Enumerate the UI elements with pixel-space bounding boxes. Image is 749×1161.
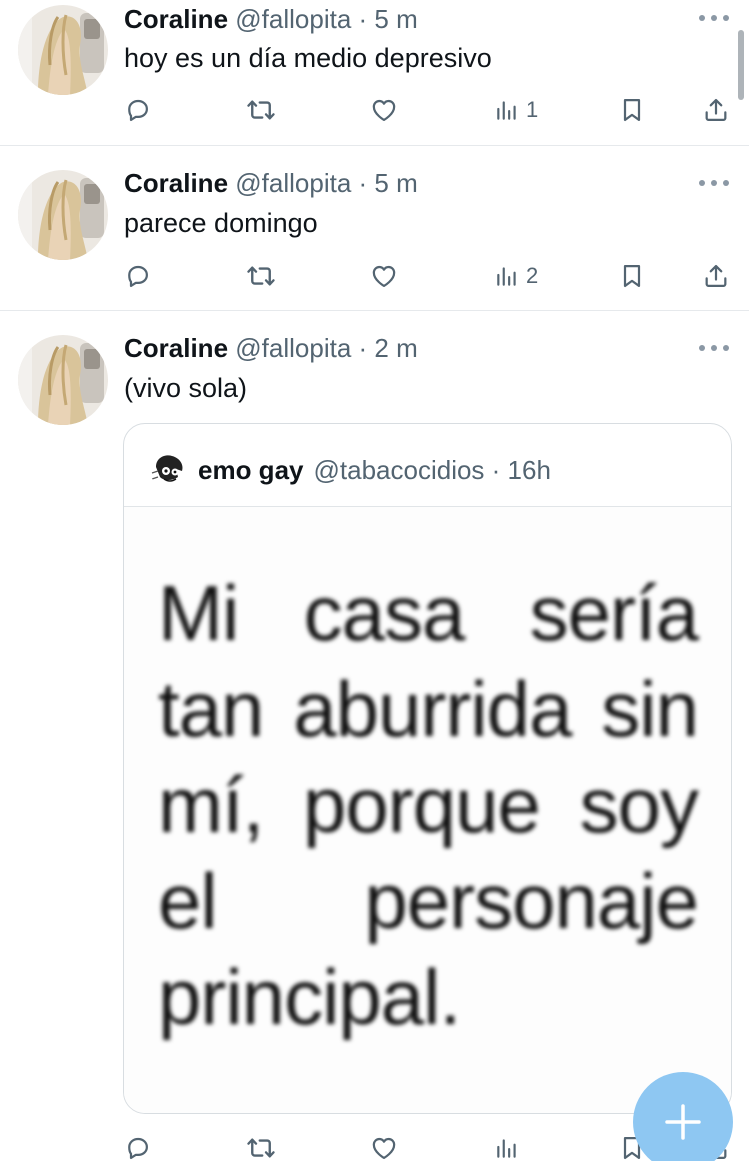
tweet[interactable]: Coraline @fallopita · 5 m hoy es un día … [0, 0, 749, 146]
author-name[interactable]: Coraline [124, 333, 228, 363]
author-name[interactable]: Coraline [124, 4, 228, 34]
avatar[interactable] [18, 5, 108, 95]
more-icon[interactable] [699, 13, 729, 23]
tweet-text: (vivo sola) [124, 373, 248, 403]
avatar[interactable] [18, 335, 108, 425]
views-count: 2 [526, 263, 539, 288]
bookmark-icon [618, 262, 646, 290]
views-icon [494, 97, 520, 123]
retweet-icon [246, 261, 276, 291]
retweet-icon [246, 95, 276, 125]
author-handle-time[interactable]: @fallopita · 5 m [235, 4, 417, 34]
like-button[interactable] [370, 256, 398, 296]
retweet-icon [246, 1133, 276, 1161]
quoted-image[interactable]: Mi casa sería tan aburrida sin mí, porqu… [124, 507, 731, 1113]
avatar-image [18, 170, 108, 260]
retweet-button[interactable] [246, 256, 276, 296]
author-handle-time[interactable]: @fallopita · 2 m [235, 333, 417, 363]
retweet-button[interactable] [246, 1128, 276, 1161]
heart-icon [370, 1134, 398, 1161]
share-icon [702, 262, 730, 290]
views-icon [494, 1135, 520, 1161]
retweet-button[interactable] [246, 90, 276, 130]
bookmark-button[interactable] [618, 256, 646, 296]
scrollbar[interactable] [738, 30, 744, 100]
avatar-image [18, 5, 108, 95]
quoted-tweet-header: emo gay @tabacocidios · 16h [150, 452, 551, 488]
author-name[interactable]: Coraline [124, 168, 228, 198]
tweet-header: Coraline @fallopita · 5 m [124, 4, 418, 34]
quoted-author-handle-time[interactable]: @tabacocidios · 16h [314, 455, 551, 486]
tweet[interactable]: Coraline @fallopita · 5 m parece domingo… [0, 146, 749, 311]
tweet-actions: 2 [0, 256, 749, 296]
share-icon [702, 96, 730, 124]
tweet-header: Coraline @fallopita · 2 m [124, 333, 418, 363]
bookmark-button[interactable] [618, 90, 646, 130]
more-icon[interactable] [699, 343, 729, 353]
views-button[interactable] [494, 1128, 520, 1161]
views-icon [494, 263, 520, 289]
reply-button[interactable] [124, 256, 152, 296]
quoted-tweet[interactable]: emo gay @tabacocidios · 16h Mi casa serí… [123, 423, 732, 1114]
tweet-actions: 1 [0, 90, 749, 130]
bookmark-icon [618, 96, 646, 124]
reply-icon [124, 96, 152, 124]
reply-icon [124, 1134, 152, 1161]
like-button[interactable] [370, 1128, 398, 1161]
quoted-image-text: Mi casa sería tan aburrida sin mí, porqu… [158, 569, 699, 1041]
views-button[interactable]: 1 [494, 90, 538, 130]
tweet-text: parece domingo [124, 208, 318, 238]
views-button[interactable]: 2 [494, 256, 538, 296]
avatar-image [18, 335, 108, 425]
share-button[interactable] [702, 256, 730, 296]
quoted-author-name[interactable]: emo gay [198, 455, 304, 486]
quoted-avatar[interactable] [150, 451, 188, 489]
heart-icon [370, 262, 398, 290]
reply-icon [124, 262, 152, 290]
reply-button[interactable] [124, 1128, 152, 1161]
heart-icon [370, 96, 398, 124]
author-handle-time[interactable]: @fallopita · 5 m [235, 168, 417, 198]
like-button[interactable] [370, 90, 398, 130]
more-icon[interactable] [699, 178, 729, 188]
share-button[interactable] [702, 90, 730, 130]
avatar[interactable] [18, 170, 108, 260]
views-count: 1 [526, 97, 539, 122]
tweet-header: Coraline @fallopita · 5 m [124, 168, 418, 198]
plus-icon [665, 1104, 701, 1140]
tweet-text: hoy es un día medio depresivo [124, 43, 492, 73]
quoted-avatar-image [150, 451, 188, 489]
reply-button[interactable] [124, 90, 152, 130]
compose-button[interactable] [633, 1072, 733, 1161]
